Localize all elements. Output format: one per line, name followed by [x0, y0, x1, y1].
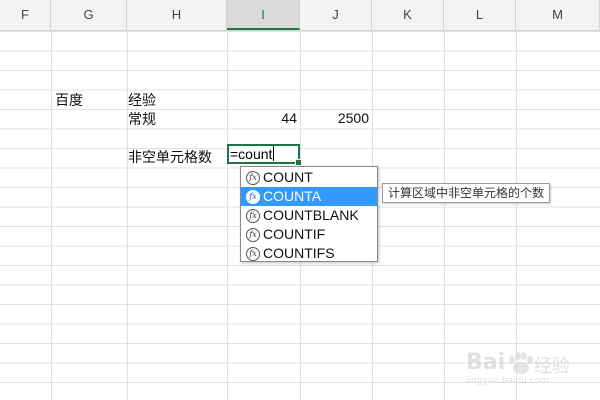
function-autocomplete-list[interactable]: fx COUNT fx COUNTA fx COUNTBLANK fx COUNTIF … — [240, 166, 378, 262]
autocomplete-item-countblank[interactable]: fx COUNTBLANK — [241, 206, 377, 225]
grid-line — [227, 31, 228, 400]
watermark-product: 经验 — [534, 356, 570, 377]
text-caret — [273, 146, 275, 161]
cell-h-label[interactable]: 非空单元格数 — [128, 147, 212, 167]
spreadsheet: F G H I J K L M 百度 经验 常规 44 2500 非空单元格数 … — [0, 0, 600, 400]
watermark-brand: Bai — [466, 350, 506, 375]
fx-function-icon: fx — [246, 171, 260, 185]
column-header-f[interactable]: F — [0, 0, 51, 30]
autocomplete-item-counta[interactable]: fx COUNTA — [241, 187, 377, 206]
cell-i-value[interactable]: 44 — [227, 110, 297, 126]
column-header-g[interactable]: G — [51, 0, 127, 30]
column-header-i[interactable]: I — [227, 0, 300, 30]
column-header-row: F G H I J K L M — [0, 0, 600, 31]
function-tooltip: 计算区域中非空单元格的个数 — [382, 183, 551, 203]
fill-handle[interactable] — [295, 159, 302, 166]
column-header-h[interactable]: H — [127, 0, 227, 30]
column-header-j[interactable]: J — [300, 0, 372, 30]
fx-function-icon: fx — [246, 209, 260, 223]
column-header-l[interactable]: L — [444, 0, 516, 30]
grid-line — [51, 31, 52, 400]
autocomplete-item-countifs[interactable]: fx COUNTIFS — [241, 244, 377, 263]
grid-line — [516, 31, 517, 400]
fx-function-icon: fx — [246, 247, 260, 261]
column-header-m[interactable]: M — [516, 0, 600, 30]
autocomplete-item-countif[interactable]: fx COUNTIF — [241, 225, 377, 244]
fx-function-icon: fx — [246, 228, 260, 242]
active-cell-editor[interactable]: =count — [230, 145, 275, 163]
fx-function-icon: fx — [246, 190, 260, 204]
grid-line — [444, 31, 445, 400]
cell-g-baidu[interactable]: 百度 — [55, 90, 83, 110]
watermark-url: jingyan.baidu.com — [466, 376, 550, 386]
column-header-k[interactable]: K — [372, 0, 444, 30]
formula-text: =count — [230, 146, 273, 162]
grid-line — [127, 31, 128, 400]
cell-j-value[interactable]: 2500 — [300, 110, 369, 126]
autocomplete-item-count[interactable]: fx COUNT — [241, 168, 377, 187]
cell-h-jingyan[interactable]: 经验 — [128, 90, 156, 110]
cell-h-changgui[interactable]: 常规 — [128, 109, 156, 129]
baidu-jingyan-watermark: Bai 经验 jingyan.baidu.com — [462, 346, 580, 388]
